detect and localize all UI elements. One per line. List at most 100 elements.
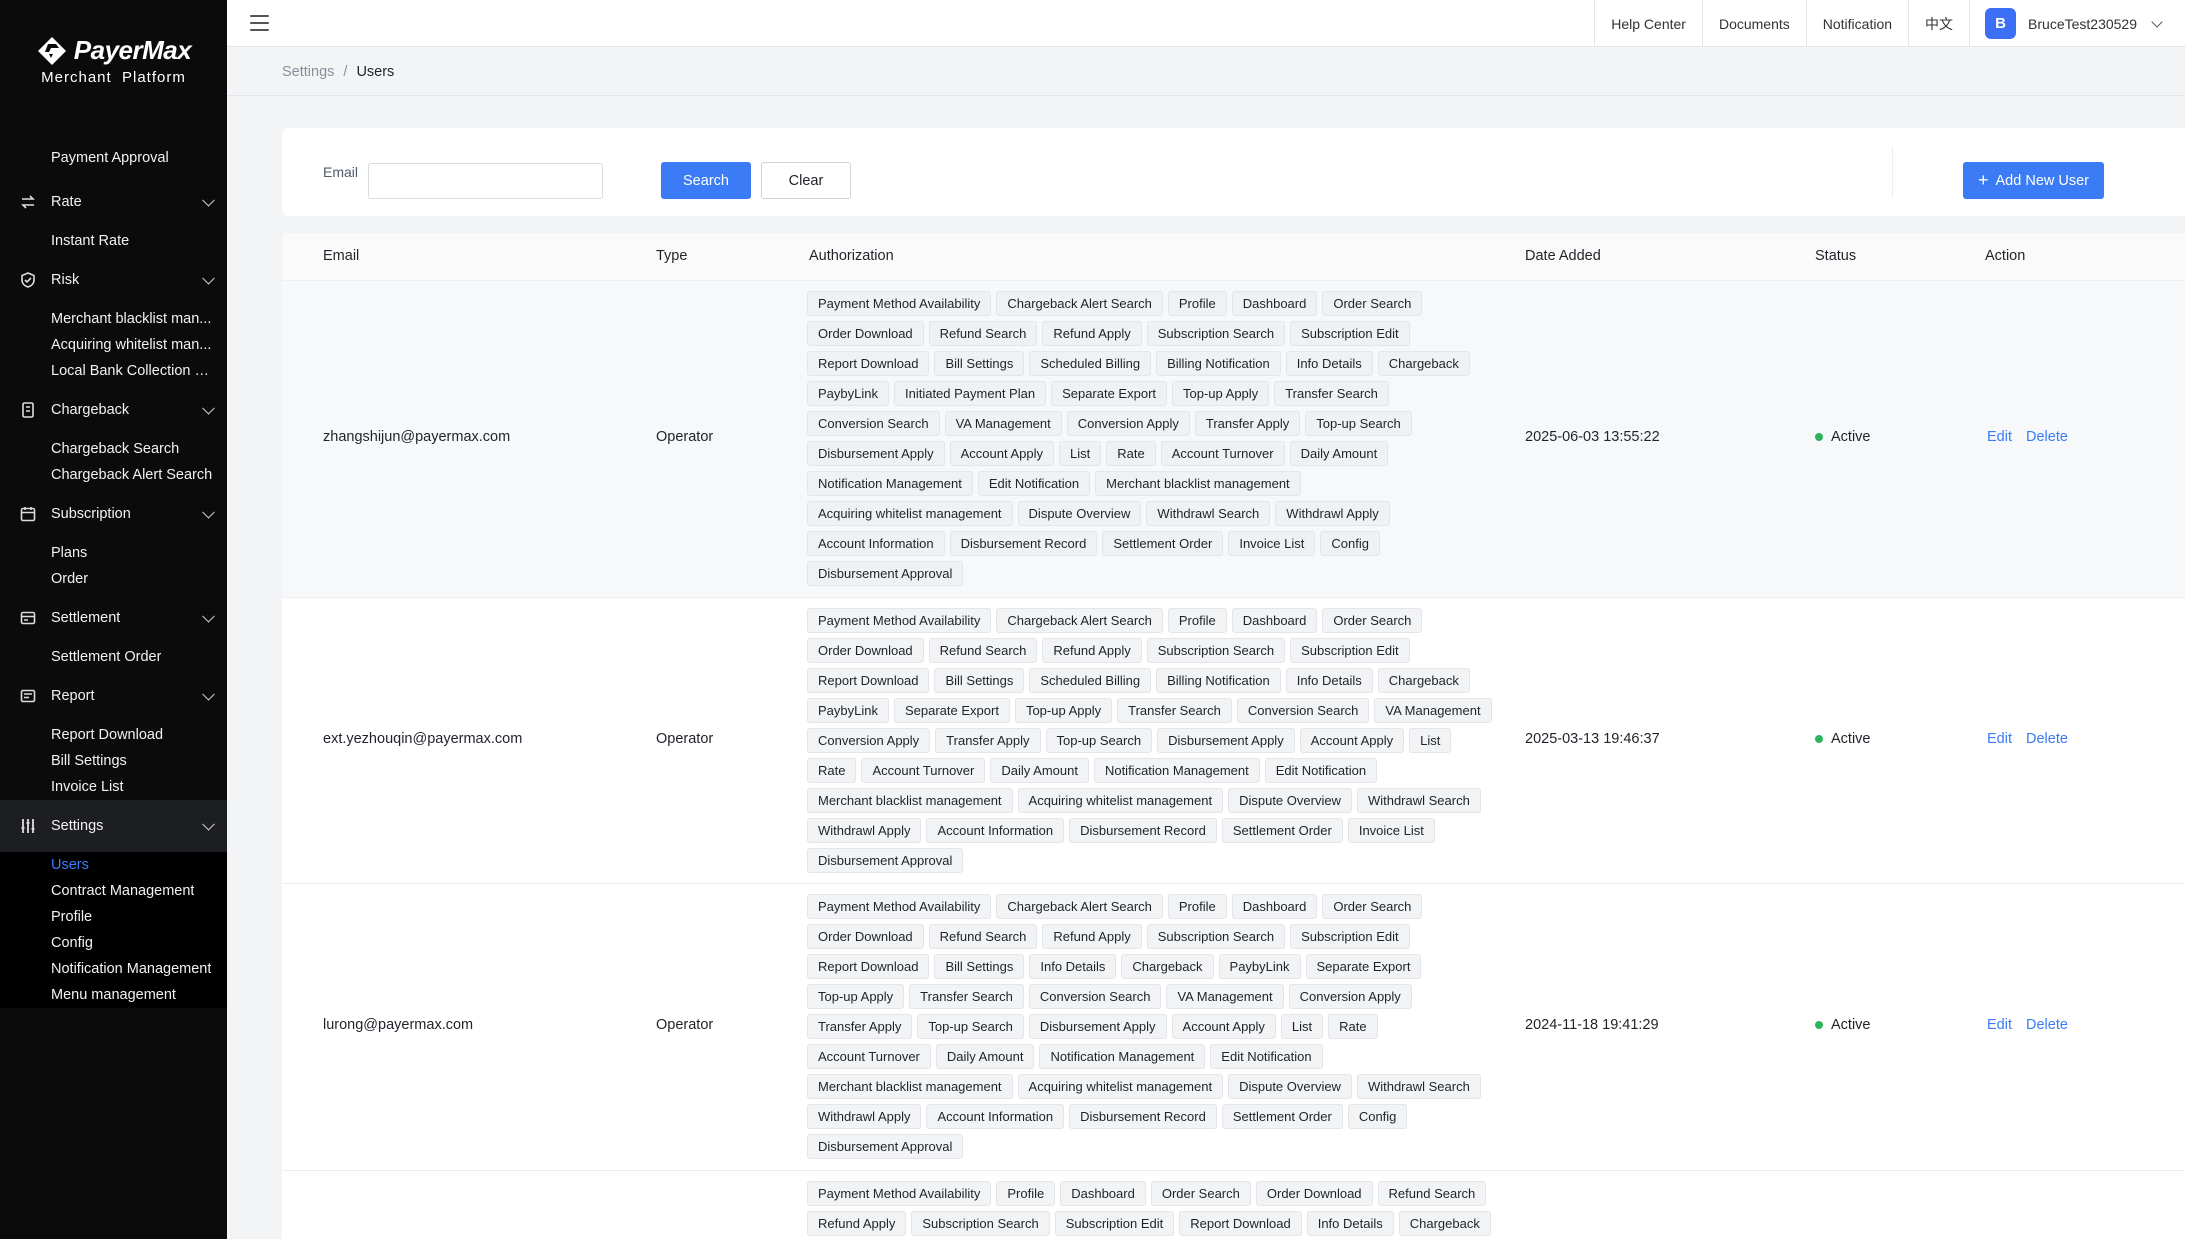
sidebar-group-rate[interactable]: Rate bbox=[0, 176, 227, 228]
brand-logo[interactable]: PayerMax Merchant Platform bbox=[0, 0, 227, 112]
permission-tag: Chargeback bbox=[1398, 1210, 1491, 1236]
permission-tag: Subscription Edit bbox=[1290, 320, 1410, 346]
shield-icon bbox=[19, 271, 37, 289]
clear-button[interactable]: Clear bbox=[761, 162, 851, 199]
sidebar-item-config[interactable]: Config bbox=[0, 930, 227, 956]
permission-tag: Chargeback Alert Search bbox=[996, 607, 1163, 633]
permission-tag: Withdrawl Apply bbox=[807, 817, 922, 843]
permission-tag: Chargeback bbox=[1377, 350, 1470, 376]
sidebar-item-label: Chargeback Alert Search bbox=[51, 467, 213, 483]
table-row: Payment Method Availability Profile Dashbo… bbox=[282, 1171, 2185, 1239]
sidebar-item-notification-management[interactable]: Notification Management bbox=[0, 956, 227, 982]
permission-tag: Transfer Apply bbox=[935, 727, 1041, 753]
status-dot-icon bbox=[1815, 735, 1823, 743]
permission-tag: List bbox=[1280, 1013, 1324, 1039]
sidebar-item-acquiring-whitelist-man-[interactable]: Acquiring whitelist man... bbox=[0, 332, 227, 358]
permission-tag: Subscription Edit bbox=[1290, 637, 1410, 663]
sidebar-item-local-bank-collection-list[interactable]: Local Bank Collection List bbox=[0, 358, 227, 384]
column-authorization: Authorization bbox=[809, 248, 894, 264]
sidebar-item-menu-management[interactable]: Menu management bbox=[0, 982, 227, 1008]
help-center-link[interactable]: Help Center bbox=[1594, 0, 1702, 47]
edit-link[interactable]: Edit bbox=[1987, 1017, 2012, 1033]
sidebar-item-label: Chargeback Search bbox=[51, 441, 180, 457]
permission-tag: Account Turnover bbox=[861, 757, 986, 783]
tag-line: Order Download Refund Search Refund Apply S… bbox=[807, 921, 1486, 951]
chevron-down-icon bbox=[202, 401, 215, 415]
brand-subtitle: Merchant Platform bbox=[41, 68, 186, 86]
sidebar-submenu-risk: Merchant blacklist man... Acquiring white… bbox=[0, 306, 227, 384]
sidebar-submenu-subscription: Plans Order bbox=[0, 540, 227, 592]
sidebar-group-settlement[interactable]: Settlement bbox=[0, 592, 227, 644]
sidebar-item-users[interactable]: Users bbox=[0, 852, 227, 878]
sidebar-item-bill-settings[interactable]: Bill Settings bbox=[0, 748, 227, 774]
tag-line: Report Download Bill Settings Scheduled Bi… bbox=[807, 348, 1475, 378]
permission-tag: Report Download bbox=[807, 667, 930, 693]
chargeback-icon bbox=[19, 401, 37, 419]
sidebar-item-payment-approval[interactable]: Payment Approval bbox=[0, 140, 227, 176]
sidebar-item-chargeback-search[interactable]: Chargeback Search bbox=[0, 436, 227, 462]
delete-link[interactable]: Delete bbox=[2026, 731, 2068, 747]
date-added-cell: 2024-11-18 19:41:29 bbox=[1525, 1017, 1659, 1033]
status-text: Active bbox=[1831, 429, 1871, 445]
permission-tag: Info Details bbox=[1285, 667, 1373, 693]
delete-link[interactable]: Delete bbox=[2026, 429, 2068, 445]
permission-tag: Config bbox=[1347, 1103, 1408, 1129]
permission-tag: Disbursement Approval bbox=[807, 1133, 964, 1159]
permission-tag: Daily Amount bbox=[1289, 440, 1389, 466]
sidebar-group-settings[interactable]: Settings bbox=[0, 800, 227, 852]
sidebar-item-plans[interactable]: Plans bbox=[0, 540, 227, 566]
sidebar-item-merchant-blacklist-man-[interactable]: Merchant blacklist man... bbox=[0, 306, 227, 332]
sidebar-nav: Payment Approval Rate Instant Rate Risk Merc… bbox=[0, 112, 227, 1008]
permission-tag: Order Download bbox=[807, 923, 924, 949]
sidebar-item-chargeback-alert-search[interactable]: Chargeback Alert Search bbox=[0, 462, 227, 488]
permission-tag: Report Download bbox=[807, 953, 930, 979]
permission-tag: Dashboard bbox=[1060, 1180, 1146, 1206]
sidebar-group-label: Settings bbox=[51, 818, 104, 834]
users-table: Email Type Authorization Date Added Stat… bbox=[282, 233, 2185, 1239]
breadcrumb-settings[interactable]: Settings bbox=[282, 64, 334, 80]
chevron-down-icon bbox=[202, 687, 215, 701]
permission-tag: Account Information bbox=[926, 817, 1065, 843]
permission-tag: Disbursement Record bbox=[1069, 1103, 1217, 1129]
edit-link[interactable]: Edit bbox=[1987, 429, 2012, 445]
sidebar-group-report[interactable]: Report bbox=[0, 670, 227, 722]
search-button[interactable]: Search bbox=[661, 162, 751, 199]
report-icon bbox=[19, 687, 37, 705]
sidebar-item-profile[interactable]: Profile bbox=[0, 904, 227, 930]
email-cell: lurong@payermax.com bbox=[323, 1017, 474, 1033]
sidebar-item-contract-management[interactable]: Contract Management bbox=[0, 878, 227, 904]
delete-link[interactable]: Delete bbox=[2026, 1017, 2068, 1033]
sidebar-group-subscription[interactable]: Subscription bbox=[0, 488, 227, 540]
type-cell: Operator bbox=[656, 731, 714, 747]
user-menu[interactable]: B BruceTest230529 bbox=[1969, 0, 2185, 47]
sidebar-item-label: Invoice List bbox=[51, 779, 124, 795]
permission-tag: Top-up Apply bbox=[807, 983, 905, 1009]
sidebar-group-risk[interactable]: Risk bbox=[0, 254, 227, 306]
sidebar-item-settlement-order[interactable]: Settlement Order bbox=[0, 644, 227, 670]
payermax-logo-icon bbox=[37, 36, 66, 65]
email-field[interactable] bbox=[368, 163, 603, 199]
permission-tag: Refund Apply bbox=[1042, 320, 1142, 346]
menu-toggle-icon[interactable] bbox=[250, 15, 269, 31]
sidebar-item-report-download[interactable]: Report Download bbox=[0, 722, 227, 748]
tag-line: Account Turnover Daily Amount Notification… bbox=[807, 1041, 1486, 1071]
permission-tag: Edit Notification bbox=[977, 470, 1091, 496]
sidebar-item-order[interactable]: Order bbox=[0, 566, 227, 592]
sidebar-item-label: Contract Management bbox=[51, 883, 195, 899]
add-new-user-button[interactable]: + Add New User bbox=[1963, 162, 2104, 199]
edit-link[interactable]: Edit bbox=[1987, 731, 2012, 747]
language-switch[interactable]: 中文 bbox=[1908, 0, 1969, 47]
sidebar-item-invoice-list[interactable]: Invoice List bbox=[0, 774, 227, 800]
authorization-tags: Payment Method Availability Chargeback Al… bbox=[807, 605, 1497, 875]
permission-tag: Disbursement Record bbox=[949, 530, 1098, 556]
tag-line: Order Download Refund Search Refund Apply S… bbox=[807, 635, 1497, 665]
sidebar-group-chargeback[interactable]: Chargeback bbox=[0, 384, 227, 436]
sidebar-item-instant-rate[interactable]: Instant Rate bbox=[0, 228, 227, 254]
documents-link[interactable]: Documents bbox=[1701, 0, 1806, 47]
table-row: zhangshijun@payermax.com Operator 2025-06-… bbox=[282, 281, 2185, 598]
sidebar-item-label: Users bbox=[51, 857, 89, 873]
tag-line: Merchant blacklist management Acquiring w… bbox=[807, 1071, 1486, 1101]
notification-link[interactable]: Notification bbox=[1805, 0, 1908, 47]
permission-tag: Transfer Apply bbox=[807, 1013, 913, 1039]
action-cell: Edit Delete bbox=[1987, 731, 2082, 747]
